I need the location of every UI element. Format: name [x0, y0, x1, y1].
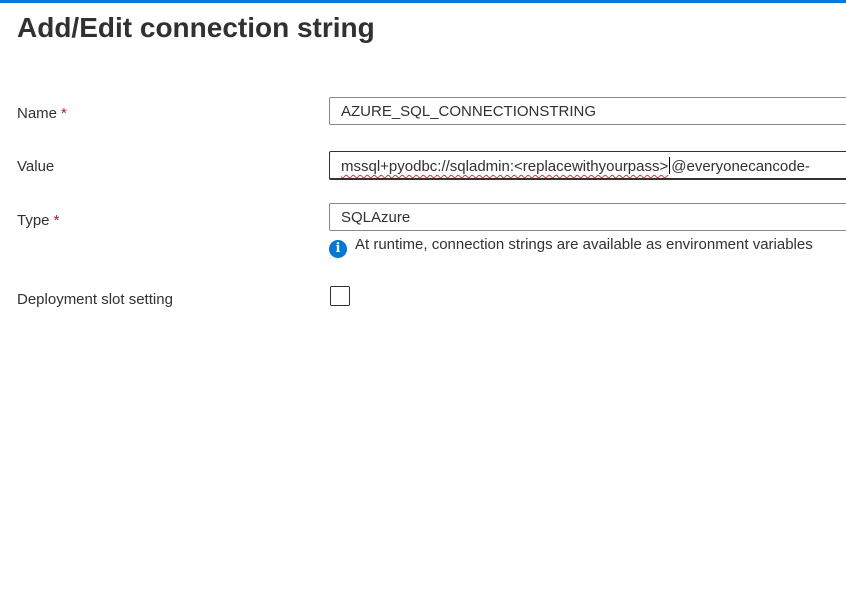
info-message: i At runtime, connection strings are avai… [329, 236, 813, 258]
type-label-text: Type [17, 212, 50, 229]
info-icon: i [329, 240, 347, 258]
value-text-after-caret: @everyonecancode- [671, 158, 810, 175]
value-input[interactable]: mssql+pyodbc://sqladmin:<replacewithyour… [329, 151, 846, 180]
required-mark: * [61, 105, 67, 122]
slot-setting-checkbox[interactable] [330, 286, 350, 306]
required-mark: * [53, 212, 60, 229]
name-label-text: Name [17, 105, 58, 122]
type-select-value: SQLAzure [341, 209, 411, 226]
type-select[interactable]: SQLAzure [329, 203, 846, 231]
info-text: At runtime, connection strings are avail… [355, 236, 813, 253]
name-input-value: AZURE_SQL_CONNECTIONSTRING [341, 103, 597, 120]
value-input-text: mssql+pyodbc://sqladmin:<replacewithyour… [341, 157, 810, 175]
page-title: Add/Edit connection string [17, 12, 375, 43]
name-label: Name * [17, 105, 67, 122]
value-text-before-caret: mssql+pyodbc://sqladmin:<replacewithyour… [341, 158, 669, 175]
slot-setting-label: Deployment slot setting [17, 291, 173, 308]
value-label: Value [17, 158, 55, 175]
type-label: Type * [17, 212, 59, 229]
name-input[interactable]: AZURE_SQL_CONNECTIONSTRING [329, 97, 846, 125]
top-accent-bar [0, 0, 846, 3]
